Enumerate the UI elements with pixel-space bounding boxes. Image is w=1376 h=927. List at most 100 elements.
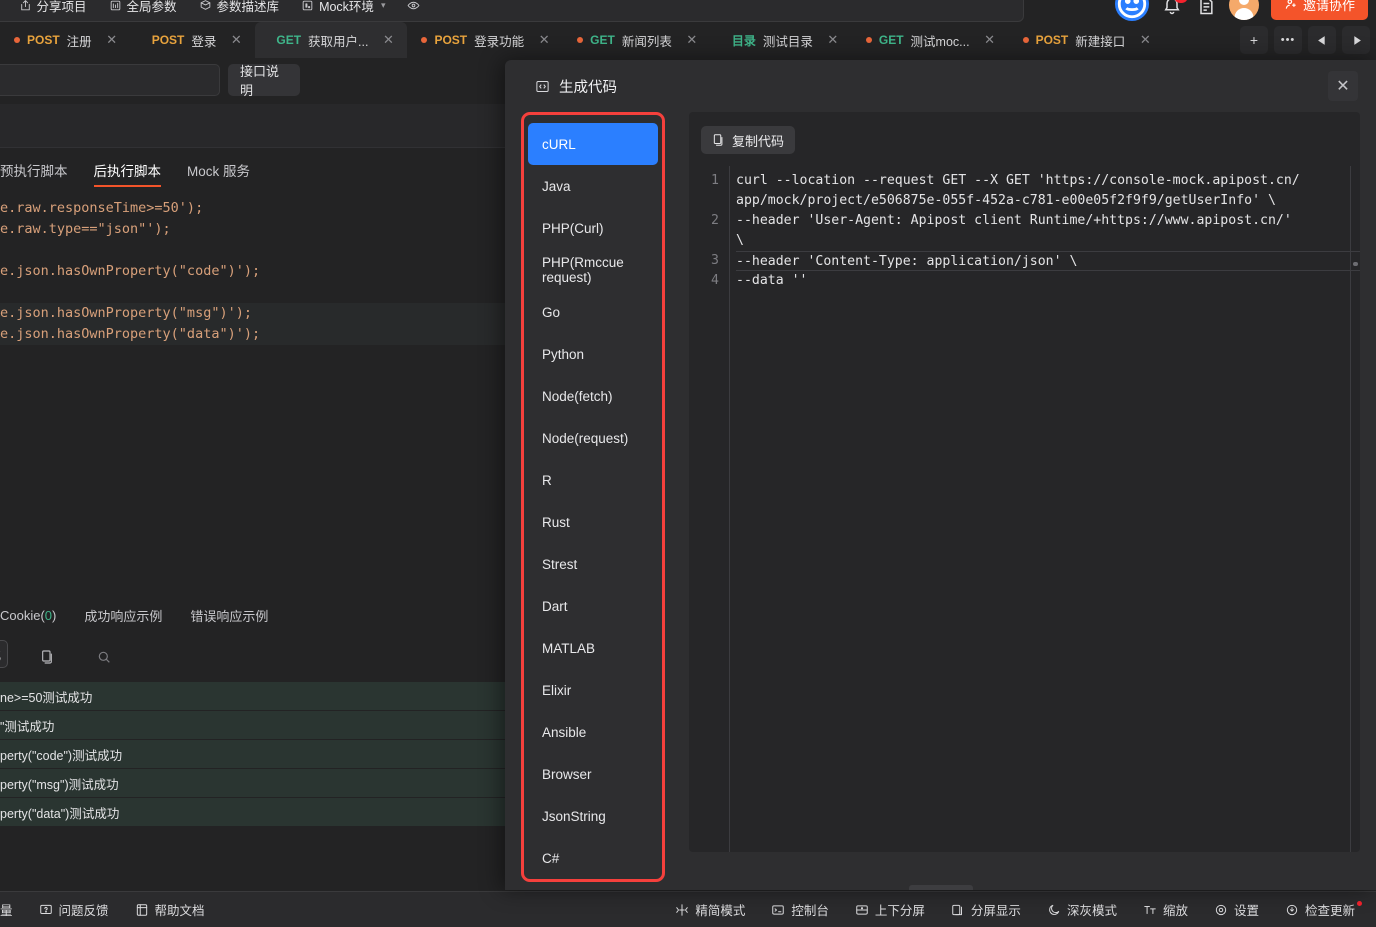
request-tab-1[interactable]: POST 登录 ✕	[131, 22, 256, 58]
smiley-help-icon[interactable]	[1114, 0, 1149, 21]
close-icon[interactable]: ✕	[1328, 71, 1358, 101]
avatar[interactable]	[1228, 0, 1259, 20]
script-tab-0[interactable]: 预执行脚本	[0, 160, 68, 187]
language-item-java[interactable]: Java	[528, 165, 658, 207]
close-tab-icon[interactable]: ✕	[229, 32, 243, 48]
language-item-c[interactable]: C#	[528, 837, 658, 879]
tab-method: POST	[434, 33, 468, 47]
top-right-cluster: 6 邀请协作	[1114, 0, 1376, 24]
status-item-label: 设置	[1233, 904, 1259, 918]
chevron-down-icon[interactable]: ▾	[381, 0, 386, 11]
language-item-elixir[interactable]: Elixir	[528, 669, 658, 711]
close-tab-icon[interactable]: ✕	[105, 32, 119, 48]
eye-icon[interactable]	[407, 0, 420, 12]
close-tab-icon[interactable]: ✕	[826, 32, 840, 48]
language-item-dart[interactable]: Dart	[528, 585, 658, 627]
code-scrollbar[interactable]	[1351, 166, 1360, 852]
response-tab-1[interactable]: 成功响应示例	[84, 606, 162, 625]
status-item-moon-icon[interactable]: 深灰模式	[1047, 900, 1117, 919]
status-item-量[interactable]: 量	[0, 900, 13, 919]
status-item-label: 帮助文档	[154, 904, 205, 918]
status-item-split-view-icon[interactable]: 分屏显示	[951, 900, 1021, 919]
tab-label: 测试目录	[762, 34, 813, 49]
status-item-label: 检查更新	[1304, 904, 1355, 918]
status-item-zoom-text-icon[interactable]: 缩放	[1143, 900, 1188, 919]
language-item-node-fetch[interactable]: Node(fetch)	[528, 375, 658, 417]
close-tab-icon[interactable]: ✕	[537, 32, 551, 48]
invite-collaborate-button[interactable]: 邀请协作	[1270, 0, 1368, 20]
close-tab-icon[interactable]: ✕	[381, 32, 395, 48]
post-script-editor[interactable]: e.raw.responseTime>=50'); e.raw.type=="js…	[0, 198, 520, 578]
status-item-console-icon[interactable]: 控制台	[771, 900, 829, 919]
library-icon	[199, 0, 212, 12]
url-input[interactable]	[0, 64, 220, 96]
request-tab-bar: POST 注册 ✕ POST 登录 ✕ GET 获取用户... ✕ POST 登录功能 ✕ GET 新闻列…	[0, 22, 1376, 58]
format-toggle[interactable]: 化	[0, 640, 8, 668]
request-tab-6[interactable]: GET 测试moc... ✕	[852, 22, 1009, 58]
status-item-doc-icon[interactable]: 帮助文档	[135, 900, 205, 919]
language-list[interactable]: cURL Java PHP(Curl) PHP(Rmccue request) Go Py…	[524, 115, 662, 879]
note-icon[interactable]	[1195, 0, 1217, 17]
toolbar-item-3[interactable]: 参数描述库	[199, 0, 280, 15]
response-tab-0[interactable]: Cookie(0)	[0, 608, 56, 623]
next-arrow-icon[interactable]	[1342, 26, 1370, 54]
language-item-rust[interactable]: Rust	[528, 501, 658, 543]
tab-more-button[interactable]: •••	[1274, 26, 1302, 54]
language-item-browser[interactable]: Browser	[528, 753, 658, 795]
line-number: 4	[711, 273, 719, 288]
toolbar-item-label: 参数描述库	[216, 0, 280, 14]
request-tab-0[interactable]: POST 注册 ✕	[0, 22, 131, 58]
copy-icon[interactable]	[40, 649, 56, 665]
request-tab-7[interactable]: POST 新建接口 ✕	[1009, 22, 1165, 58]
status-item-feedback-icon[interactable]: 问题反馈	[39, 900, 109, 919]
interface-description-button[interactable]: 接口说明	[228, 64, 300, 98]
close-tab-icon[interactable]: ✕	[983, 32, 997, 48]
tab-method: POST	[151, 33, 185, 47]
generated-code-area[interactable]: 1·2·34 curl --location --request GET --X…	[689, 166, 1360, 852]
language-item-ansible[interactable]: Ansible	[528, 711, 658, 753]
toolbar-item-2[interactable]: 全局参数	[109, 0, 177, 15]
status-item-update-icon[interactable]: 检查更新	[1285, 900, 1362, 919]
gear-icon	[1214, 903, 1228, 917]
script-tab-2[interactable]: Mock 服务	[187, 160, 250, 187]
response-tab-2[interactable]: 错误响应示例	[190, 606, 268, 625]
language-item-node-request[interactable]: Node(request)	[528, 417, 658, 459]
language-item-matlab[interactable]: MATLAB	[528, 627, 658, 669]
request-tab-4[interactable]: GET 新闻列表 ✕	[563, 22, 711, 58]
toolbar-item-4[interactable]: Mock环境 ▾	[301, 0, 385, 15]
language-item-curl[interactable]: cURL	[528, 123, 658, 165]
modal-title-text: 生成代码	[559, 79, 617, 96]
request-tab-2[interactable]: GET 获取用户... ✕	[255, 22, 408, 58]
prev-arrow-icon[interactable]	[1308, 26, 1336, 54]
modal-resize-handle[interactable]	[908, 885, 973, 890]
share-icon	[19, 0, 32, 12]
status-item-label: 上下分屏	[874, 904, 925, 918]
toolbar-item-label: 分享项目	[36, 0, 87, 14]
language-item-php-curl[interactable]: PHP(Curl)	[528, 207, 658, 249]
bell-icon[interactable]: 6	[1161, 0, 1188, 17]
language-item-go[interactable]: Go	[528, 291, 658, 333]
language-item-php-rmccue-request[interactable]: PHP(Rmccue request)	[528, 249, 658, 291]
script-tab-1[interactable]: 后执行脚本	[93, 160, 161, 187]
request-tab-3[interactable]: POST 登录功能 ✕	[407, 22, 563, 58]
language-item-jsonstring[interactable]: JsonString	[528, 795, 658, 837]
close-tab-icon[interactable]: ✕	[685, 32, 699, 48]
language-item-strest[interactable]: Strest	[528, 543, 658, 585]
status-item-gear-icon[interactable]: 设置	[1214, 900, 1259, 919]
script-line-1: e.raw.type=="json"');	[0, 221, 171, 237]
search-icon[interactable]	[96, 649, 112, 665]
status-item-compact-mode-icon[interactable]: 精简模式	[675, 900, 745, 919]
close-tab-icon[interactable]: ✕	[1138, 32, 1152, 48]
status-item-vertical-split-icon[interactable]: 上下分屏	[855, 900, 925, 919]
request-tab-5[interactable]: 目录 测试目录 ✕	[711, 22, 852, 58]
cookie-count: 0	[44, 607, 53, 623]
toolbar-item-1[interactable]: 分享项目	[19, 0, 87, 15]
code-scrollbar-thumb[interactable]	[1353, 262, 1358, 266]
language-item-python[interactable]: Python	[528, 333, 658, 375]
unsaved-dot	[14, 37, 20, 43]
tab-label: 测试moc...	[910, 34, 970, 49]
add-tab-button[interactable]: +	[1240, 26, 1268, 54]
language-item-r[interactable]: R	[528, 459, 658, 501]
copy-code-button[interactable]: 复制代码	[701, 126, 796, 154]
script-line-6: e.json.hasOwnProperty("data")');	[0, 324, 520, 345]
